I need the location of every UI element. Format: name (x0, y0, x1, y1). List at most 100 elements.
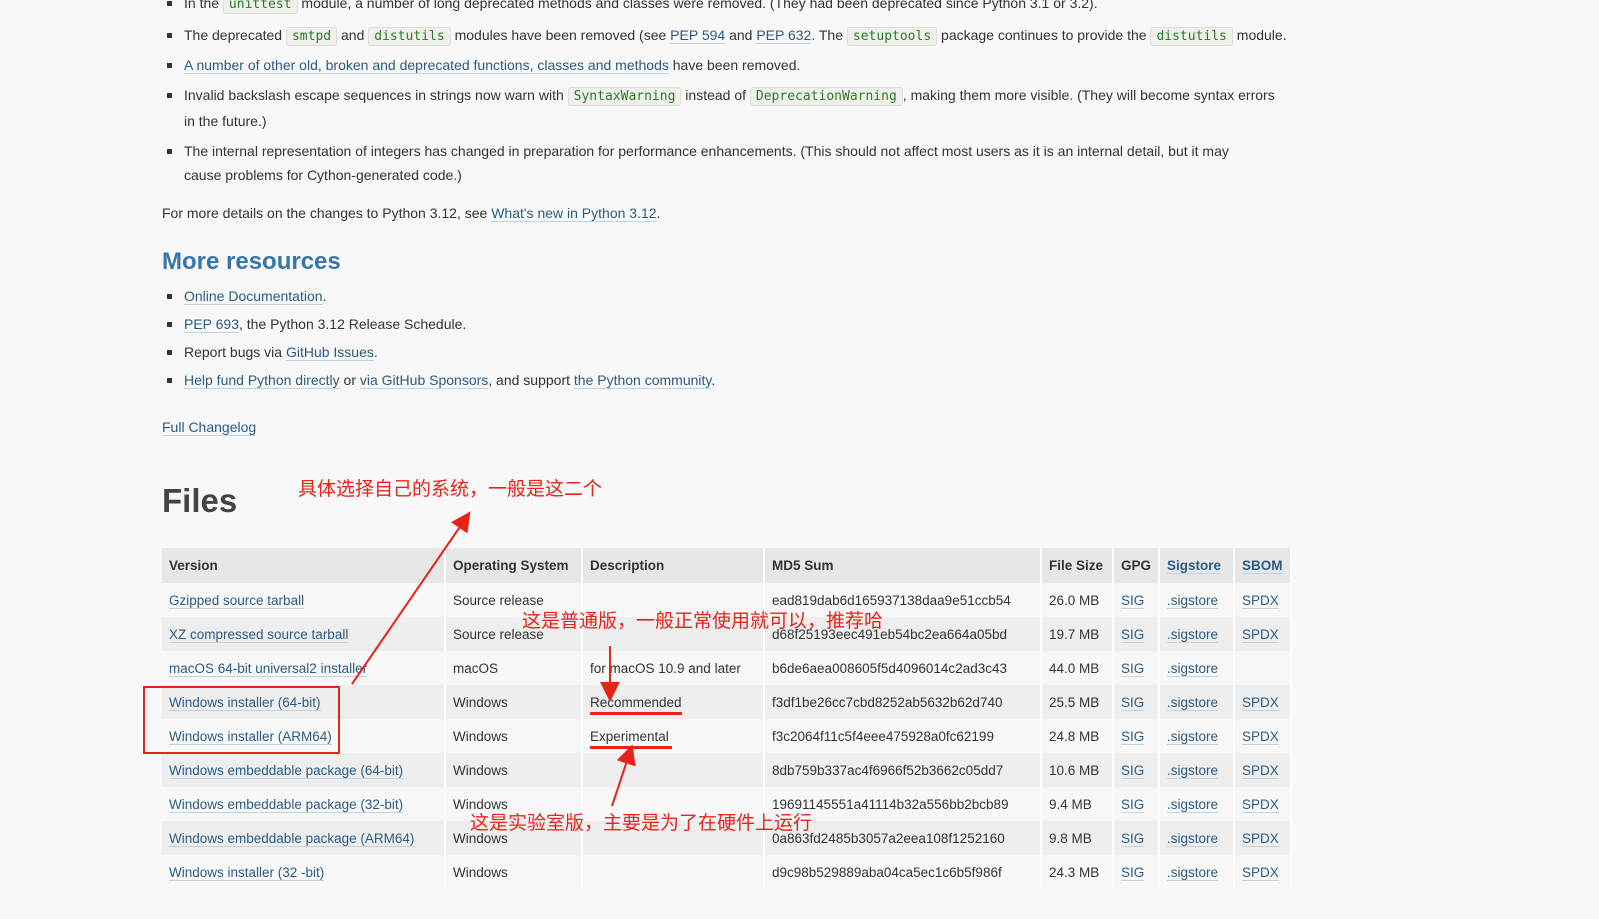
gpg-sig-link[interactable]: SIG (1121, 626, 1145, 643)
full-changelog-link[interactable]: Full Changelog (162, 419, 257, 436)
recommended-underline (590, 712, 682, 715)
sigstore-link[interactable]: .sigstore (1167, 830, 1219, 847)
online-docs-link[interactable]: Online Documentation (184, 288, 323, 305)
changelog-wrap: Full Changelog (162, 416, 257, 438)
sigstore-link[interactable]: .sigstore (1167, 694, 1219, 711)
col-sigstore[interactable]: Sigstore (1159, 548, 1236, 583)
sbom-spdx-link[interactable]: SPDX (1242, 762, 1279, 779)
change-item: In the unittest module, a number of long… (162, 0, 1287, 17)
md5-cell: f3df1be26cc7cbd8252ab5632b62d740 (772, 694, 1003, 710)
table-header-row: Version Operating System Description MD5… (162, 548, 1293, 583)
size-cell: 19.7 MB (1041, 617, 1114, 651)
sigstore-cell: .sigstore (1159, 617, 1236, 651)
sbom-cell: SPDX (1234, 787, 1293, 821)
version-cell: XZ compressed source tarball (162, 617, 446, 651)
gpg-sig-link[interactable]: SIG (1121, 864, 1145, 881)
more-resources-heading: More resources (162, 248, 341, 275)
file-size-cell: 19.7 MB (1049, 626, 1100, 642)
sbom-spdx-link[interactable]: SPDX (1242, 796, 1279, 813)
pep-594-link[interactable]: PEP 594 (670, 27, 726, 44)
version-cell: Windows embeddable package (64-bit) (162, 753, 446, 787)
version-cell: Windows installer (32 -bit) (162, 855, 446, 889)
sbom-header-link[interactable]: SBOM (1242, 558, 1283, 574)
code-unittest: unittest (222, 0, 298, 14)
version-link[interactable]: Windows embeddable package (32-bit) (169, 796, 404, 813)
version-link[interactable]: Windows embeddable package (64-bit) (169, 762, 404, 779)
md5-cell: ead819dab6d165937138daa9e51ccb54 (772, 592, 1011, 608)
version-link[interactable]: Gzipped source tarball (169, 592, 305, 609)
md5-cell: f3df1be26cc7cbd8252ab5632b62d740 (764, 685, 1042, 719)
os-cell: Windows (453, 796, 508, 812)
sigstore-cell: .sigstore (1159, 685, 1236, 719)
github-sponsors-link[interactable]: via GitHub Sponsors (359, 372, 489, 389)
code-deprecationwarning: DeprecationWarning (749, 87, 903, 106)
file-size-cell: 9.4 MB (1049, 796, 1092, 812)
version-link[interactable]: XZ compressed source tarball (169, 626, 349, 643)
gpg-cell: SIG (1113, 617, 1161, 651)
description-cell: Recommended (590, 694, 682, 710)
sigstore-link[interactable]: .sigstore (1167, 626, 1219, 643)
sbom-spdx-link[interactable]: SPDX (1242, 830, 1279, 847)
size-cell: 44.0 MB (1041, 651, 1114, 685)
pep-632-link[interactable]: PEP 632 (756, 27, 812, 44)
sigstore-link[interactable]: .sigstore (1167, 796, 1219, 813)
gpg-sig-link[interactable]: SIG (1121, 660, 1145, 677)
sigstore-cell: .sigstore (1159, 855, 1236, 889)
os-cell: Windows (445, 753, 583, 787)
file-size-cell: 24.8 MB (1049, 728, 1100, 744)
table-row: Windows installer (32 -bit) Windows d9c98b… (162, 855, 1293, 889)
gpg-cell: SIG (1113, 855, 1161, 889)
file-size-cell: 10.6 MB (1049, 762, 1100, 778)
desc-cell (582, 855, 765, 889)
file-size-cell: 9.8 MB (1049, 830, 1092, 846)
sigstore-header-link[interactable]: Sigstore (1167, 558, 1222, 574)
python-community-link[interactable]: the Python community (573, 372, 712, 389)
gpg-sig-link[interactable]: SIG (1121, 762, 1145, 779)
change-item: A number of other old, broken and deprec… (162, 53, 1287, 77)
github-issues-link[interactable]: GitHub Issues (285, 344, 374, 361)
sbom-spdx-link[interactable]: SPDX (1242, 694, 1279, 711)
sigstore-link[interactable]: .sigstore (1167, 660, 1219, 677)
sbom-cell: SPDX (1234, 617, 1293, 651)
md5-cell: d9c98b529889aba04ca5ec1c6b5f986f (772, 864, 1002, 880)
size-cell: 9.4 MB (1041, 787, 1114, 821)
sigstore-link[interactable]: .sigstore (1167, 864, 1219, 881)
gpg-sig-link[interactable]: SIG (1121, 592, 1145, 609)
size-cell: 10.6 MB (1041, 753, 1114, 787)
version-link[interactable]: Windows installer (32 -bit) (169, 864, 325, 881)
version-link[interactable]: Windows embeddable package (ARM64) (169, 830, 415, 847)
sbom-spdx-link[interactable]: SPDX (1242, 728, 1279, 745)
gpg-cell: SIG (1113, 787, 1161, 821)
col-sbom[interactable]: SBOM (1234, 548, 1293, 583)
sigstore-link[interactable]: .sigstore (1167, 762, 1219, 779)
os-cell: macOS (445, 651, 583, 685)
gpg-sig-link[interactable]: SIG (1121, 694, 1145, 711)
whats-new-link[interactable]: What's new in Python 3.12 (491, 205, 657, 222)
sbom-cell: SPDX (1234, 753, 1293, 787)
gpg-sig-link[interactable]: SIG (1121, 728, 1145, 745)
version-cell: Windows embeddable package (ARM64) (162, 821, 446, 855)
gpg-sig-link[interactable]: SIG (1121, 830, 1145, 847)
sbom-spdx-link[interactable]: SPDX (1242, 864, 1279, 881)
gpg-sig-link[interactable]: SIG (1121, 796, 1145, 813)
desc-cell: for macOS 10.9 and later (582, 651, 765, 685)
sbom-spdx-link[interactable]: SPDX (1242, 592, 1279, 609)
sigstore-link[interactable]: .sigstore (1167, 592, 1219, 609)
more-details-text: For more details on the changes to Pytho… (162, 205, 661, 222)
removed-functions-link[interactable]: A number of other old, broken and deprec… (184, 57, 669, 74)
sigstore-link[interactable]: .sigstore (1167, 728, 1219, 745)
resource-item: Report bugs via GitHub Issues. (162, 340, 715, 364)
version-cell: Gzipped source tarball (162, 583, 446, 617)
sbom-spdx-link[interactable]: SPDX (1242, 626, 1279, 643)
resource-item: Help fund Python directly or via GitHub … (162, 368, 715, 392)
pep-693-link[interactable]: PEP 693 (184, 316, 240, 333)
col-gpg: GPG (1113, 548, 1161, 583)
sbom-cell: SPDX (1234, 583, 1293, 617)
code-syntaxwarning: SyntaxWarning (567, 87, 682, 106)
help-fund-link[interactable]: Help fund Python directly (184, 372, 340, 389)
version-link[interactable]: macOS 64-bit universal2 installer (169, 660, 368, 677)
annotation-experimental-version: 这是实验室版，主要是为了在硬件上运行 (470, 812, 813, 834)
highlight-box (143, 686, 340, 754)
gpg-cell: SIG (1113, 821, 1161, 855)
os-cell: Windows (453, 728, 508, 744)
